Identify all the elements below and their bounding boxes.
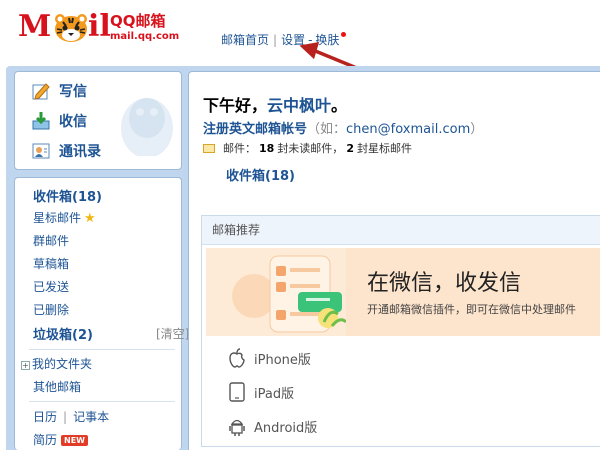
folders-divider [29,349,175,350]
resume-link[interactable]: 简历 NEW [33,431,88,448]
contacts-button[interactable]: 通讯录 [31,139,101,163]
folder-deleted[interactable]: 已删除 [33,301,69,318]
notes-link[interactable]: 记事本 [73,410,109,424]
write-icon [32,83,50,100]
star-icon: ★ [84,211,96,226]
register-example: chen@foxmail.com [346,122,471,137]
nav-settings-link[interactable]: 设置 [281,33,305,47]
main-content: 下午好，云中枫叶。 注册英文邮箱帐号（如：chen@foxmail.com） 邮… [188,71,600,450]
compose-button[interactable]: 写信 [31,79,87,103]
folder-group[interactable]: 群邮件 [33,232,69,249]
my-folders-label: 我的文件夹 [32,357,93,371]
inbox-link[interactable]: 收件箱(18) [226,165,295,184]
star-count: 2 [346,141,354,155]
mail-stats: 邮件： 18 封未读邮件， 2 封星标邮件 [203,140,412,156]
folder-drafts[interactable]: 草稿箱 [33,255,69,272]
folder-starred-label: 星标邮件 [33,211,82,225]
header: M il QQ邮箱 mail.qq.com 邮箱首页 | 设置 - 换肤 [0,0,600,66]
ipad-version-link[interactable]: iPad版 [228,382,294,402]
my-folders[interactable]: + 我的文件夹 [21,355,92,372]
android-version-link[interactable]: Android版 [228,416,317,436]
folder-inbox-label: 收件箱 [33,190,73,205]
folders-panel: 收件箱(18) 星标邮件 ★ 群邮件 草稿箱 已发送 已删除 垃圾箱(2) [清空… [14,177,189,450]
banner-title: 在微信，收发信 [367,271,522,296]
star-text: 封星标邮件 [356,142,412,155]
penguin-watermark-icon [121,98,173,156]
register-open: （如： [307,122,347,137]
tools-divider [29,401,175,402]
receive-button[interactable]: 收信 [31,109,87,133]
phone-illustration-icon [232,255,348,333]
nav-home-link[interactable]: 邮箱首页 [221,33,269,47]
iphone-version-link[interactable]: iPhone版 [228,348,311,368]
clear-spam-button[interactable]: [清空] [156,325,189,342]
other-mailboxes[interactable]: 其他邮箱 [33,378,81,395]
tools-separator: | [63,410,68,424]
wechat-banner[interactable]: 在微信，收发信 开通邮箱微信插件，即可在微信中处理邮件 [206,248,600,336]
resume-label: 简历 [33,433,58,447]
folder-spam-count: (2) [72,328,93,343]
register-english-row: 注册英文邮箱帐号（如：chen@foxmail.com） [203,118,483,137]
recommend-box: 邮箱推荐 在微信，收发信 开通邮箱微信插件，即可在微信中处理邮件 iPhone版… [201,215,600,447]
ipad-label: iPad版 [254,386,295,402]
folder-starred[interactable]: 星标邮件 ★ [33,209,96,226]
folder-sent[interactable]: 已发送 [33,278,69,295]
folder-inbox-count: (18) [72,190,102,205]
android-label: Android版 [254,420,318,436]
register-english-link[interactable]: 注册英文邮箱帐号 [203,122,307,137]
greeting: 下午好，云中枫叶。 [203,92,347,116]
greeting-prefix: 下午好， [203,96,268,115]
logo-letter-m: M [18,9,51,44]
expand-icon[interactable]: + [21,361,30,370]
logo-letters-il: il [88,9,111,44]
receive-icon [32,112,50,130]
android-icon [229,419,245,436]
compose-label: 写信 [59,84,87,100]
user-name[interactable]: 云中枫叶 [267,96,331,115]
apple-icon [229,348,245,368]
receive-label: 收信 [59,114,87,130]
tiger-logo-icon [55,14,87,42]
recommend-title: 邮箱推荐 [202,216,600,245]
unread-count: 18 [259,141,275,155]
contacts-label: 通讯录 [59,144,101,160]
envelope-icon [203,143,215,153]
notification-dot [341,32,347,37]
unread-text: 封未读邮件， [277,142,344,155]
new-badge: NEW [61,435,88,446]
ipad-icon [229,382,245,402]
folder-spam[interactable]: 垃圾箱(2) [33,324,93,343]
register-close: ） [470,122,484,137]
greeting-suffix: 。 [331,96,348,115]
folder-inbox[interactable]: 收件箱(18) [33,186,102,205]
tools-row: 日历 | 记事本 [33,408,109,425]
nav-dash: - [308,33,313,47]
nav-skin-link[interactable]: 换肤 [315,33,339,47]
top-nav: 邮箱首页 | 设置 - 换肤 [221,31,347,48]
folder-spam-label: 垃圾箱 [33,328,73,343]
mail-label: 邮件： [223,142,256,155]
logo-url: mail.qq.com [110,31,180,42]
quick-actions-panel: 写信 收信 通讯录 [14,71,182,170]
logo-qq-text: QQ邮箱 [110,12,166,30]
nav-separator: | [273,33,278,47]
calendar-link[interactable]: 日历 [33,410,57,424]
banner-subtitle: 开通邮箱微信插件，即可在微信中处理邮件 [367,303,576,316]
iphone-label: iPhone版 [254,352,311,368]
contacts-icon [32,143,50,159]
